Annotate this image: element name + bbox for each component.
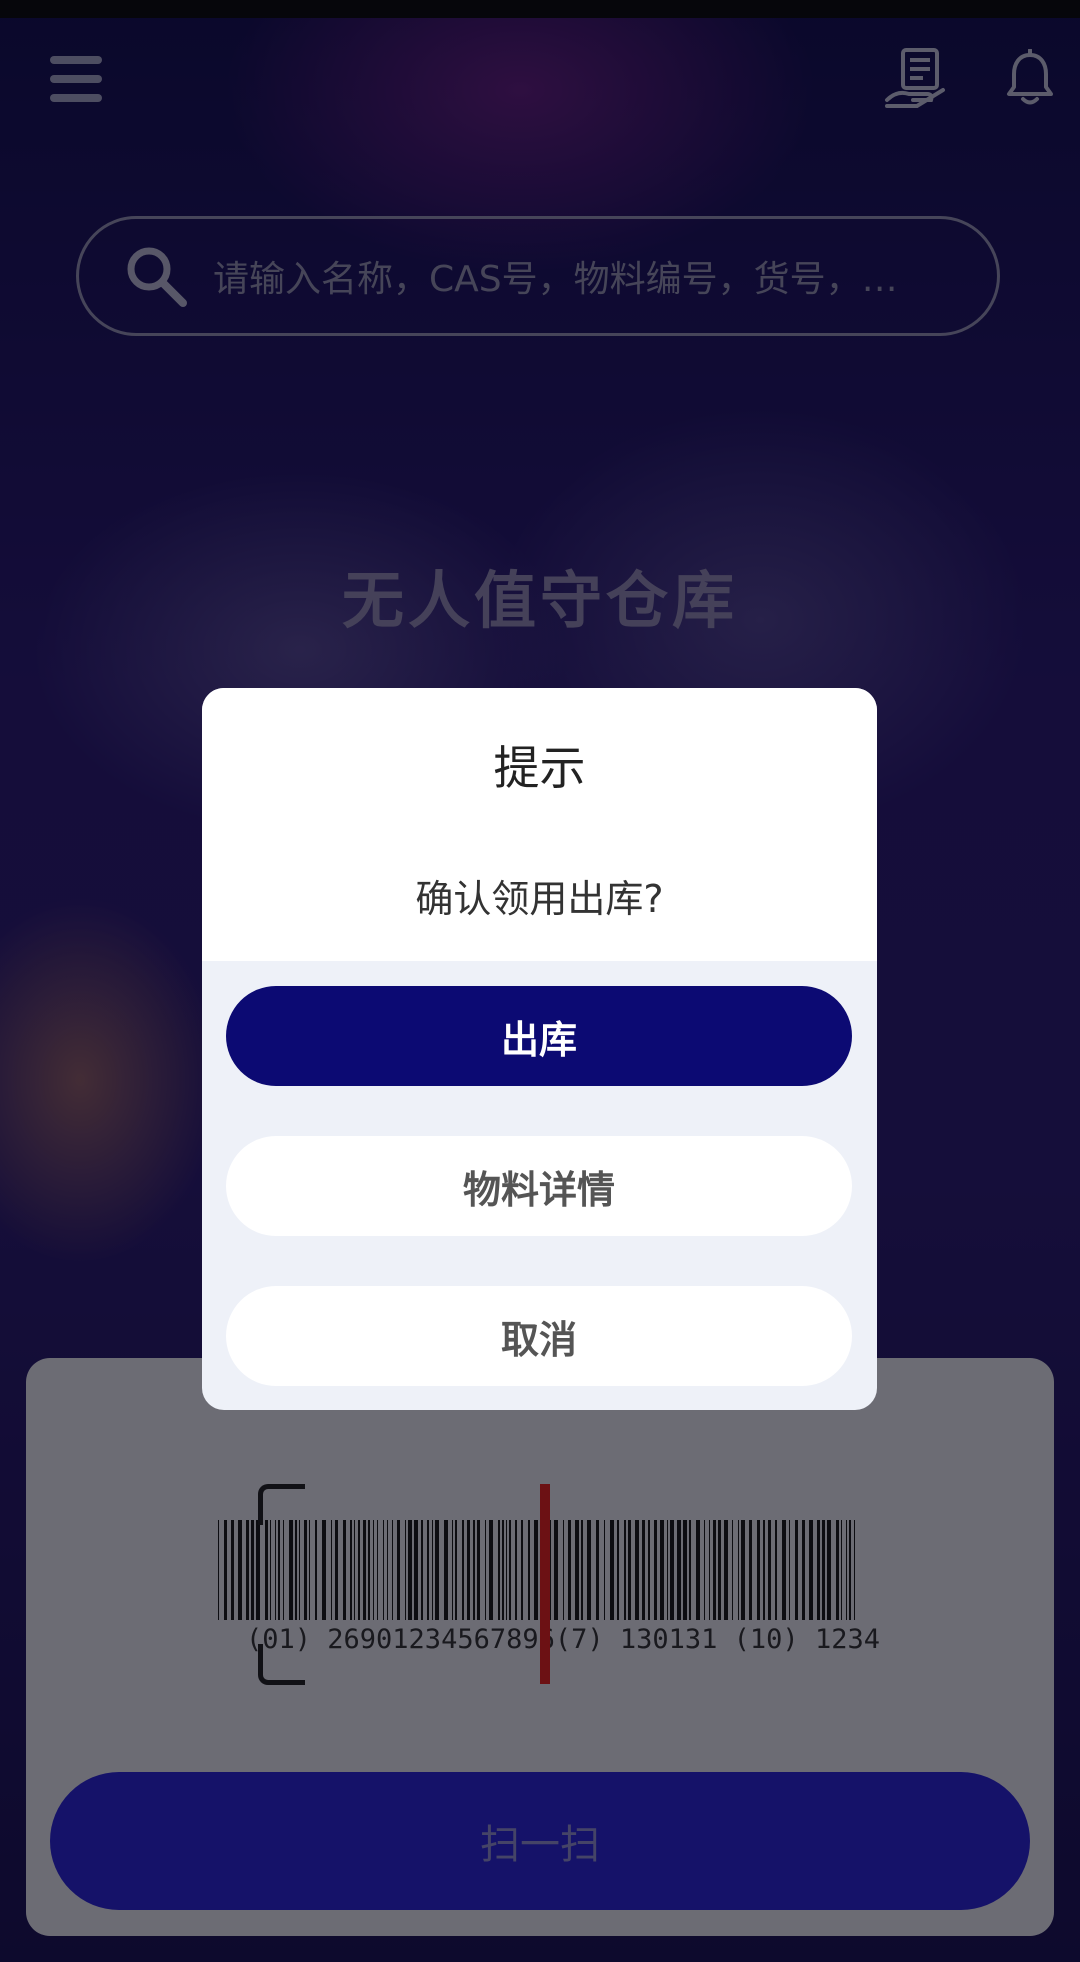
confirm-dialog: 提示 确认领用出库? 出库 物料详情 取消 [202,688,877,1410]
cancel-button[interactable]: 取消 [226,1286,852,1386]
dialog-message: 确认领用出库? [415,877,664,921]
dialog-title: 提示 [493,741,586,795]
material-details-button[interactable]: 物料详情 [226,1136,852,1236]
checkout-button[interactable]: 出库 [226,986,852,1086]
